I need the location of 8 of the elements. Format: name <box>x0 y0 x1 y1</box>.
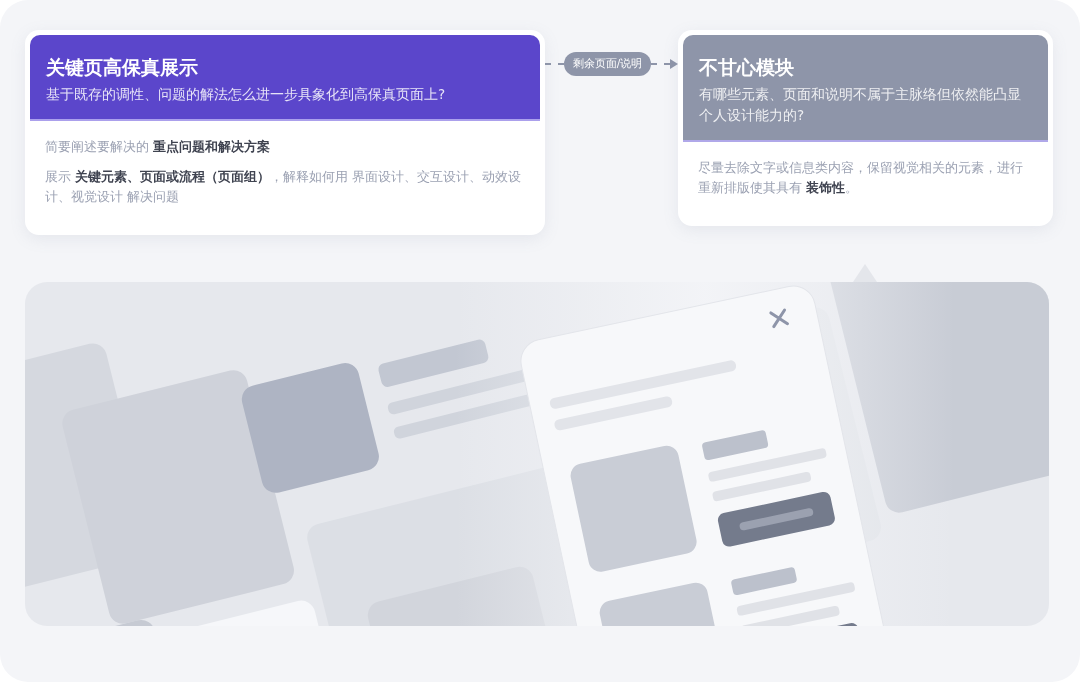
card-title: 关键页高保真展示 <box>46 55 199 80</box>
card-text: 尽量去除文字或信息类内容，保留视觉相关的元素，进行重新排版使其具有 装饰性。 <box>698 158 1024 197</box>
card-title: 不甘心模块 <box>699 55 795 80</box>
card-subtitle: 有哪些元素、页面和说明不属于主脉络但依然能凸显个人设计能力的? <box>699 84 1022 125</box>
card-subtitle: 基于既存的调性、问题的解法怎么进一步具象化到高保真页面上? <box>46 84 447 104</box>
card-text: 简要阐述要解决的 重点问题和解决方案 <box>45 137 271 156</box>
card-text: 展示 关键元素、页面或流程（页面组），解释如何用 界面设计、交互设计、动效设计、视觉设计 解决问题 <box>45 167 522 206</box>
connector-label: 剩余页面/说明 <box>563 52 652 76</box>
